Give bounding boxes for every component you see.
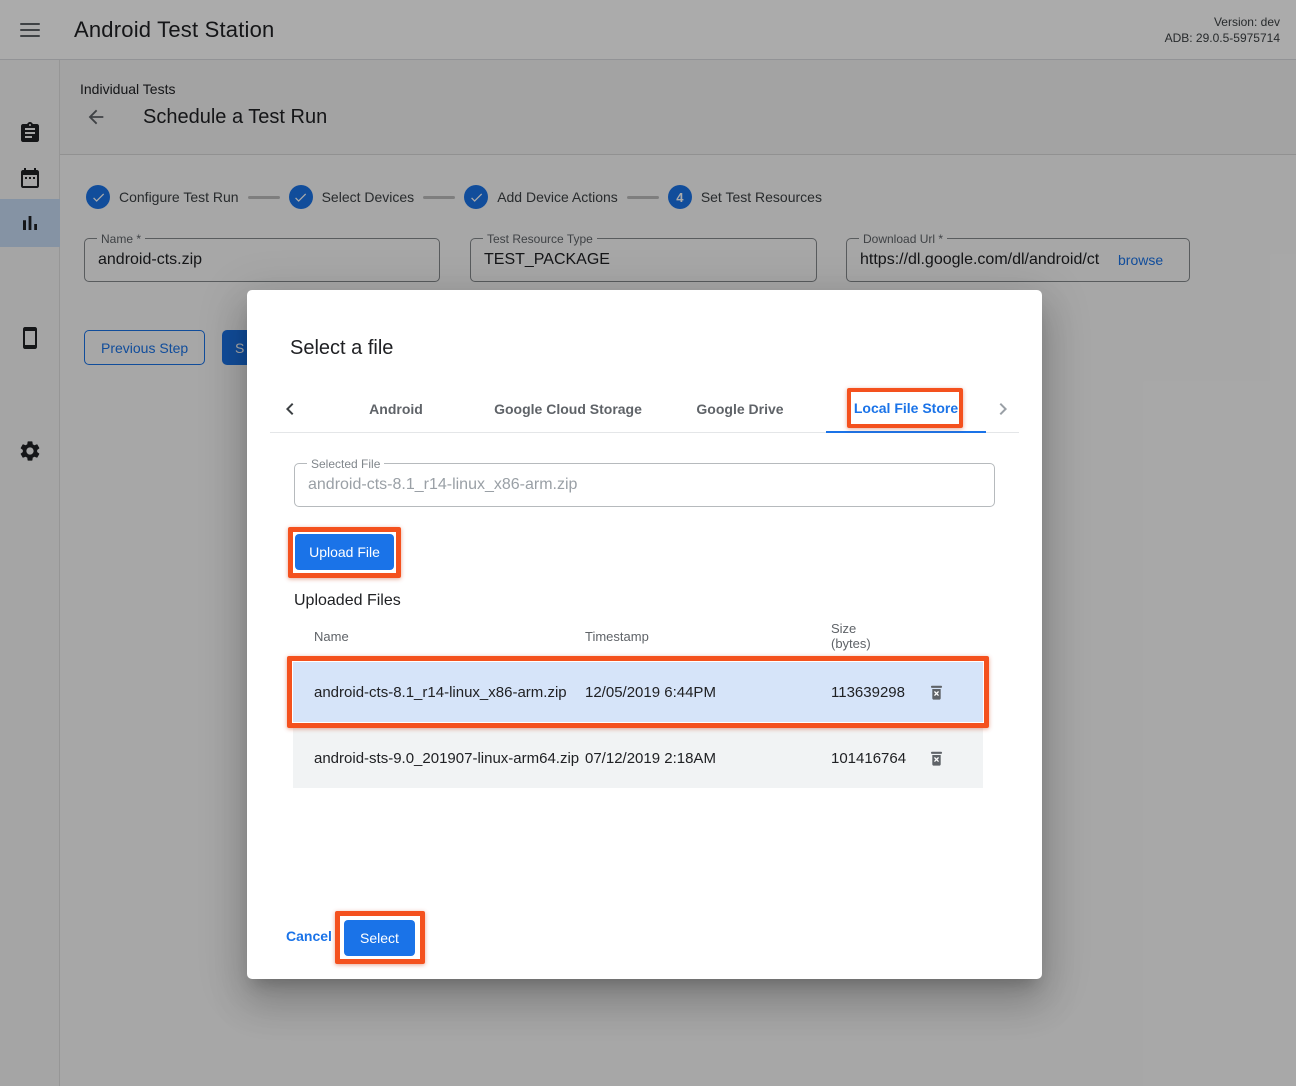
upload-file-button[interactable]: Upload File [295, 534, 394, 570]
tabs-scroll-right-button[interactable] [986, 385, 1019, 432]
uploaded-files-header-row: Name Timestamp Size (bytes) [293, 616, 983, 656]
column-header-size: Size (bytes) [831, 621, 911, 651]
file-source-tabbar: Android Google Cloud Storage Google Driv… [270, 385, 1019, 433]
file-name-cell: android-cts-8.1_r14-linux_x86-arm.zip [293, 684, 585, 701]
column-header-name: Name [293, 629, 585, 644]
selected-file-field: Selected File android-cts-8.1_r14-linux_… [294, 463, 995, 507]
chevron-right-icon [991, 397, 1015, 421]
table-row[interactable]: android-sts-9.0_201907-linux-arm64.zip 0… [293, 728, 983, 788]
file-name-cell: android-sts-9.0_201907-linux-arm64.zip [293, 750, 585, 767]
chevron-left-icon [278, 397, 302, 421]
timestamp-cell: 12/05/2019 6:44PM [585, 684, 831, 701]
tab-local-file-store[interactable]: Local File Store [826, 385, 986, 433]
column-header-timestamp: Timestamp [585, 629, 831, 644]
select-button[interactable]: Select [344, 920, 415, 956]
table-row-selected[interactable]: android-cts-8.1_r14-linux_x86-arm.zip 12… [293, 662, 983, 722]
tabs-scroll-left-button[interactable] [270, 385, 310, 432]
timestamp-cell: 07/12/2019 2:18AM [585, 750, 831, 767]
tab-google-drive[interactable]: Google Drive [654, 385, 826, 433]
dialog-title: Select a file [290, 337, 393, 360]
tab-google-cloud-storage[interactable]: Google Cloud Storage [482, 385, 654, 433]
delete-file-button[interactable] [923, 744, 951, 772]
delete-file-button[interactable] [923, 678, 951, 706]
tab-android[interactable]: Android [310, 385, 482, 433]
size-cell: 101416764 [831, 751, 911, 766]
cancel-button[interactable]: Cancel [286, 928, 332, 944]
delete-icon [927, 749, 946, 768]
size-cell: 113639298 [831, 685, 911, 700]
select-file-dialog: Select a file Android Google Cloud Stora… [247, 290, 1042, 979]
delete-icon [927, 683, 946, 702]
selected-file-value: android-cts-8.1_r14-linux_x86-arm.zip [308, 464, 978, 506]
uploaded-files-heading: Uploaded Files [294, 592, 401, 610]
